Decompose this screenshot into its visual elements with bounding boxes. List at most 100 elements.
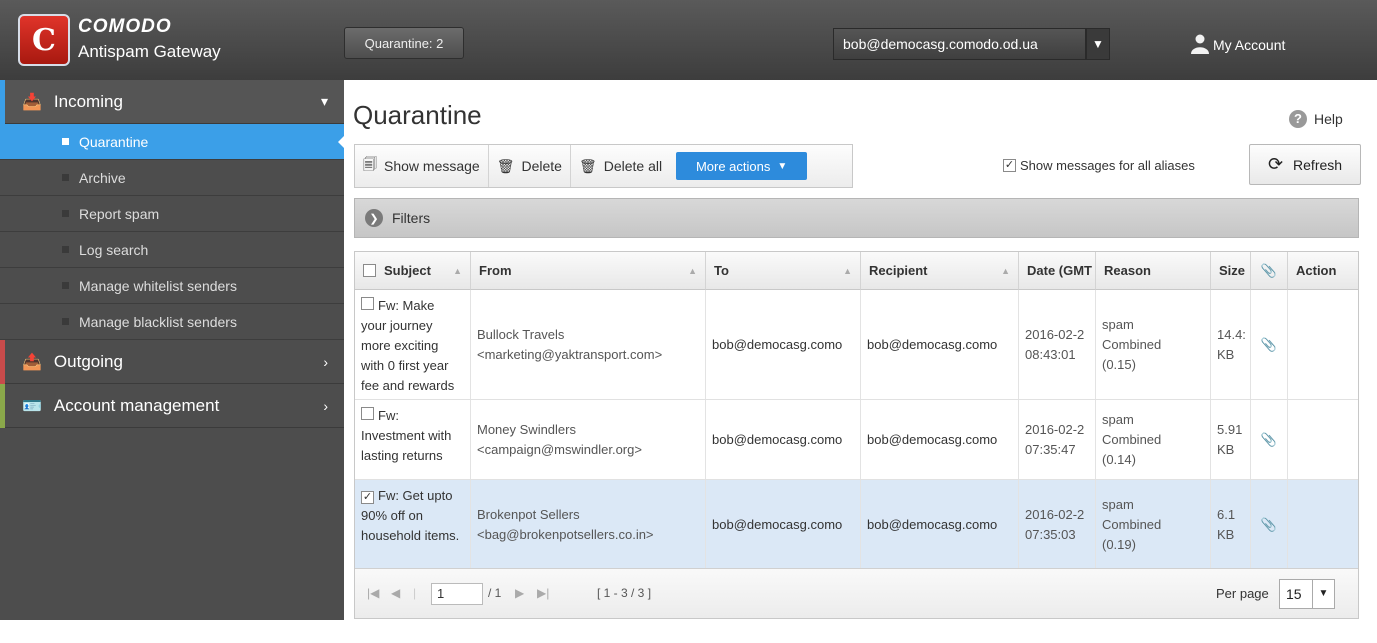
delete-all-label: Delete all bbox=[603, 158, 663, 174]
chevron-down-icon: ▼ bbox=[777, 160, 788, 172]
table-row[interactable]: ✓ Fw: Get upto 90% off on household items… bbox=[355, 480, 1358, 570]
column-header-attachment[interactable]: 📎 bbox=[1251, 252, 1288, 290]
sidebar-item-report-spam[interactable]: Report spam bbox=[0, 196, 344, 232]
from-name: Money Swindlers bbox=[477, 422, 576, 437]
last-page-icon[interactable]: ▶| bbox=[537, 586, 549, 600]
top-bar: C COMODO Antispam Gateway Quarantine: 2 … bbox=[0, 0, 1377, 80]
subject-cell: Fw: Investment with lasting returns bbox=[355, 400, 471, 479]
email-select[interactable]: bob@democasg.comodo.od.ua bbox=[833, 28, 1086, 60]
row-checkbox[interactable]: ✓ bbox=[361, 491, 374, 504]
sidebar-item-log-search[interactable]: Log search bbox=[0, 232, 344, 268]
recipient-cell: bob@democasg.como bbox=[861, 400, 1019, 479]
refresh-button[interactable]: ⟳ Refresh bbox=[1249, 144, 1361, 185]
date-text: 2016-02-2 bbox=[1025, 327, 1085, 342]
prev-page-icon[interactable]: ◀ bbox=[391, 586, 400, 600]
action-cell bbox=[1288, 400, 1358, 479]
recipient-cell: bob@democasg.como bbox=[861, 290, 1019, 399]
help-link[interactable]: ? Help bbox=[1289, 110, 1343, 128]
column-header-label: Size bbox=[1219, 263, 1246, 278]
checkbox-checked-icon[interactable]: ✓ bbox=[1003, 159, 1016, 172]
subject-text: your journey more exciting with 0 first … bbox=[361, 318, 455, 393]
trash-all-icon: 🗑 bbox=[578, 157, 597, 174]
row-checkbox[interactable] bbox=[361, 407, 374, 420]
column-header-size[interactable]: Size bbox=[1211, 252, 1251, 290]
size-unit: KB bbox=[1217, 527, 1235, 542]
show-aliases-checkbox[interactable]: ✓ Show messages for all aliases bbox=[1003, 158, 1195, 173]
nav-accent bbox=[0, 384, 5, 428]
per-page-select[interactable]: 15 ▼ bbox=[1279, 579, 1335, 609]
column-header-recipient[interactable]: Recipient ▲ bbox=[861, 252, 1019, 290]
nav-incoming[interactable]: 📥 Incoming ▾ bbox=[0, 80, 344, 124]
date-cell: 2016-02-2 07:35:03 bbox=[1019, 480, 1096, 569]
bullet-icon bbox=[62, 318, 69, 325]
nav-outgoing-label: Outgoing bbox=[53, 351, 123, 371]
table-row[interactable]: Fw: Investment with lasting returns Mone… bbox=[355, 400, 1358, 480]
chevron-down-icon: ▼ bbox=[1312, 580, 1334, 608]
from-name: Bullock Travels bbox=[477, 327, 565, 342]
paperclip-icon: 📎 bbox=[1260, 336, 1278, 352]
subject-cell: Fw: Make your journey more exciting with… bbox=[355, 290, 471, 399]
divider: | bbox=[413, 586, 417, 600]
quarantine-count-button[interactable]: Quarantine: 2 bbox=[344, 27, 464, 59]
first-page-icon[interactable]: |◀ bbox=[367, 586, 379, 600]
delete-all-button[interactable]: 🗑 Delete all bbox=[571, 145, 670, 187]
date-cell: 2016-02-2 08:43:01 bbox=[1019, 290, 1096, 399]
column-header-label: Reason bbox=[1104, 263, 1151, 278]
nav-account-management[interactable]: 🪪 Account management › bbox=[0, 384, 344, 428]
from-name: Brokenpot Sellers bbox=[477, 507, 580, 522]
reason-text: (0.14) bbox=[1102, 452, 1136, 467]
nav-incoming-label: Incoming bbox=[53, 91, 123, 111]
bullet-icon bbox=[62, 210, 69, 217]
nav-outgoing[interactable]: 📤 Outgoing › bbox=[0, 340, 344, 384]
from-email: <marketing@yaktransport.com> bbox=[477, 347, 663, 362]
column-header-reason[interactable]: Reason bbox=[1096, 252, 1211, 290]
paperclip-icon: 📎 bbox=[1260, 262, 1278, 278]
column-header-from[interactable]: From ▲ bbox=[471, 252, 706, 290]
time-text: 07:35:03 bbox=[1025, 527, 1076, 542]
column-header-subject[interactable]: Subject ▲ bbox=[355, 252, 471, 290]
column-header-label: From bbox=[479, 263, 512, 278]
more-actions-button[interactable]: More actions ▼ bbox=[676, 152, 808, 180]
column-header-action: Action bbox=[1288, 252, 1358, 290]
paperclip-icon: 📎 bbox=[1260, 516, 1278, 532]
per-page-label: Per page bbox=[1216, 586, 1269, 601]
next-page-icon[interactable]: ▶ bbox=[515, 586, 524, 600]
sidebar-item-archive[interactable]: Archive bbox=[0, 160, 344, 196]
attachment-cell: 📎 bbox=[1251, 480, 1288, 569]
sidebar-item-whitelist[interactable]: Manage whitelist senders bbox=[0, 268, 344, 304]
active-indicator bbox=[338, 135, 345, 149]
outbox-icon: 📤 bbox=[22, 353, 42, 371]
select-all-checkbox[interactable] bbox=[363, 264, 376, 277]
size-cell: 14.4: KB bbox=[1211, 290, 1251, 399]
subject-text: 90% off on household items. bbox=[361, 508, 460, 543]
help-icon: ? bbox=[1289, 110, 1307, 128]
table-row[interactable]: Fw: Make your journey more exciting with… bbox=[355, 290, 1358, 400]
message-icon: 🗐 bbox=[363, 156, 377, 172]
show-message-button[interactable]: 🗐 Show message bbox=[355, 145, 489, 187]
size-text: 5.91 bbox=[1217, 422, 1243, 437]
chevron-down-icon[interactable]: ▼ bbox=[1086, 28, 1110, 60]
sidebar-item-blacklist[interactable]: Manage blacklist senders bbox=[0, 304, 344, 340]
subject-text: Fw: Get upto bbox=[378, 488, 453, 503]
column-header-date[interactable]: Date (GMT bbox=[1019, 252, 1096, 290]
page-number-input[interactable]: 1 bbox=[431, 583, 483, 605]
inbox-icon: 📥 bbox=[22, 93, 42, 111]
chevron-right-icon: ❯ bbox=[365, 209, 383, 227]
reason-text: spam bbox=[1102, 497, 1134, 512]
record-range: [ 1 - 3 / 3 ] bbox=[597, 586, 652, 600]
from-cell: Bullock Travels <marketing@yaktransport.… bbox=[471, 290, 706, 399]
my-account-link[interactable]: My Account bbox=[1213, 37, 1285, 53]
reason-text: spam bbox=[1102, 412, 1134, 427]
reason-cell: spam Combined (0.15) bbox=[1096, 290, 1211, 399]
filters-bar[interactable]: ❯ Filters bbox=[354, 198, 1359, 238]
delete-button[interactable]: 🗑 Delete bbox=[489, 145, 571, 187]
size-text: 14.4: bbox=[1217, 327, 1246, 342]
page-total: / 1 bbox=[488, 586, 502, 600]
size-cell: 6.1 KB bbox=[1211, 480, 1251, 569]
sidebar-item-quarantine[interactable]: Quarantine bbox=[0, 124, 345, 160]
to-cell: bob@democasg.como bbox=[706, 480, 861, 569]
reason-text: Combined bbox=[1102, 432, 1162, 447]
subject-cell: ✓ Fw: Get upto 90% off on household items… bbox=[355, 480, 471, 569]
row-checkbox[interactable] bbox=[361, 297, 374, 310]
column-header-to[interactable]: To ▲ bbox=[706, 252, 861, 290]
